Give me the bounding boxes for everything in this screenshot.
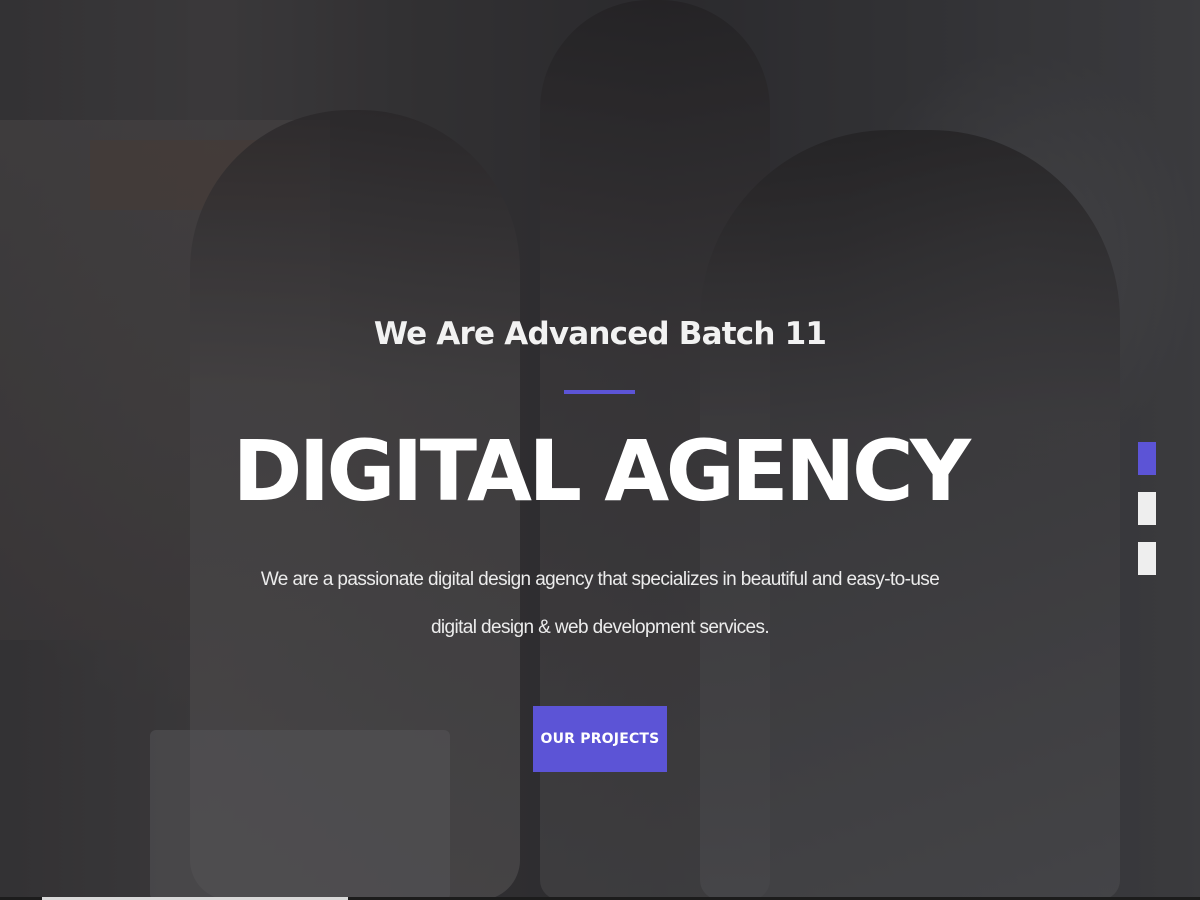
our-projects-button[interactable]: OUR PROJECTS [533,706,667,772]
slider-dot-2[interactable] [1138,492,1156,525]
hero-description: We are a passionate digital design agenc… [260,569,940,638]
slider-dot-3[interactable] [1138,542,1156,575]
hero-subtitle: We Are Advanced Batch 11 [373,316,827,352]
slider-pagination [1138,442,1156,592]
slider-dot-1[interactable] [1138,442,1156,475]
hero-content: We Are Advanced Batch 11 DIGITAL AGENCY … [0,0,1200,900]
accent-divider [564,390,635,394]
hero-headline: DIGITAL AGENCY [232,422,971,520]
